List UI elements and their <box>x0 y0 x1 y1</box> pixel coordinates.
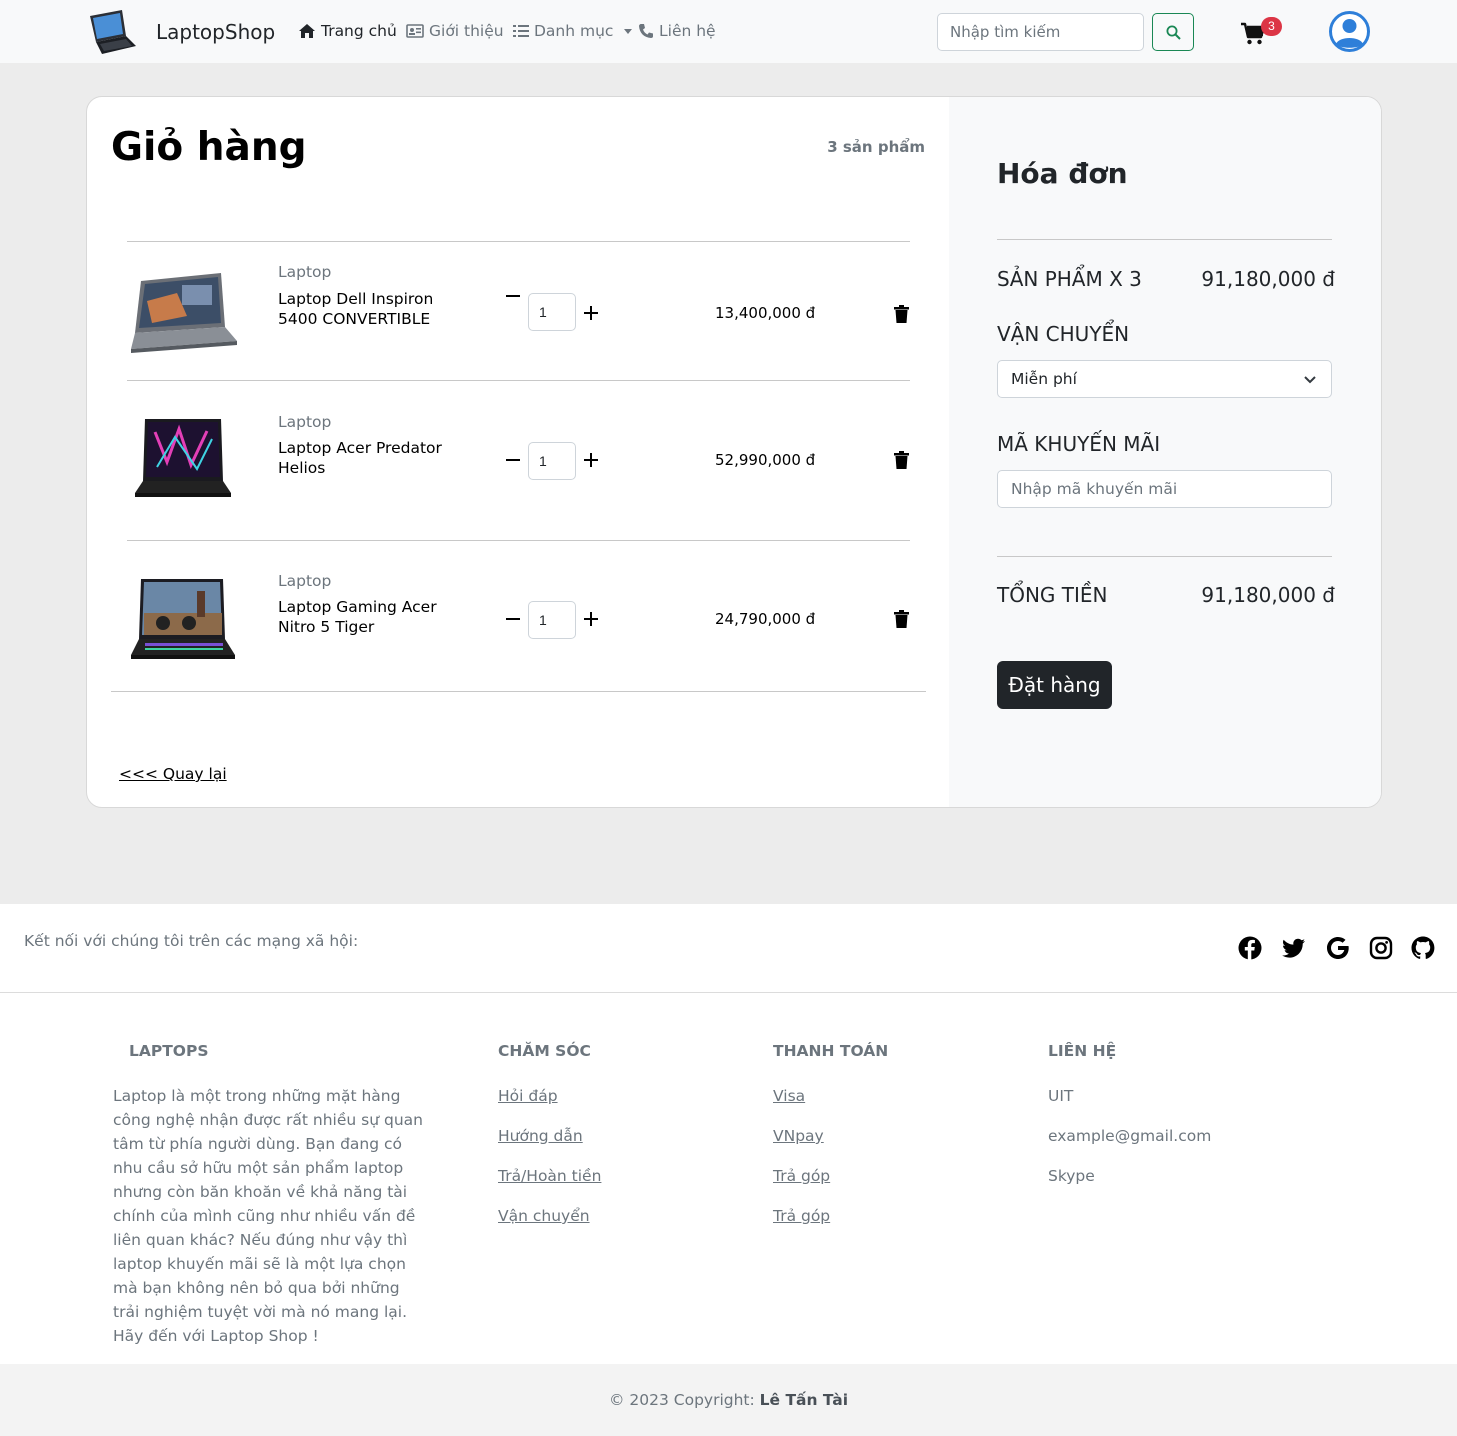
products-label: SẢN PHẨM X 3 <box>997 267 1142 291</box>
divider <box>127 540 910 541</box>
brand-name[interactable]: LaptopShop <box>156 20 275 44</box>
divider <box>997 239 1332 240</box>
divider <box>997 556 1332 557</box>
contact-item: example@gmail.com <box>1048 1127 1212 1145</box>
plus-icon[interactable] <box>582 610 600 628</box>
cart-count-badge: 3 <box>1261 17 1282 36</box>
product-image-acer-nitro[interactable] <box>127 577 239 665</box>
product-name[interactable]: Laptop Dell Inspiron 5400 CONVERTIBLE <box>278 290 448 329</box>
footer-heading-contact: LIÊN HỆ <box>1048 1042 1117 1060</box>
footer-link[interactable]: Trả góp <box>773 1167 830 1185</box>
promo-label: MÃ KHUYẾN MÃI <box>997 432 1161 456</box>
copyright-text: © 2023 Copyright: <box>608 1391 755 1409</box>
back-link[interactable]: <<< Quay lại <box>119 765 227 783</box>
total-label: TỔNG TIỀN <box>997 583 1108 607</box>
product-price: 52,990,000 đ <box>715 451 816 469</box>
footer-description: Laptop là một trong những mặt hàng công … <box>113 1087 423 1345</box>
list-icon <box>513 25 529 37</box>
place-order-button[interactable]: Đặt hàng <box>997 661 1112 709</box>
copyright-author: Lê Tấn Tài <box>759 1391 849 1409</box>
footer-link[interactable]: Trả góp <box>773 1207 830 1225</box>
product-name[interactable]: Laptop Gaming Acer Nitro 5 Tiger <box>278 598 448 637</box>
nav-about[interactable]: Giới thiệu <box>406 22 504 40</box>
nav-home[interactable]: Trang chủ <box>298 22 397 40</box>
invoice-title: Hóa đơn <box>997 157 1128 190</box>
product-price: 24,790,000 đ <box>715 610 816 628</box>
plus-icon[interactable] <box>582 451 600 469</box>
quantity-input[interactable] <box>528 293 576 331</box>
footer-link[interactable]: Vận chuyển <box>498 1207 590 1225</box>
footer-link[interactable]: Hướng dẫn <box>498 1127 583 1145</box>
search-button[interactable] <box>1152 13 1194 51</box>
product-name[interactable]: Laptop Acer Predator Helios <box>278 439 448 478</box>
cart-card: Giỏ hàng 3 sản phẩm Laptop Laptop Dell I… <box>86 96 1382 808</box>
product-image-acer-predator[interactable] <box>127 417 239 505</box>
minus-icon[interactable] <box>504 287 522 305</box>
cart-row: Laptop Laptop Acer Predator Helios 52,99… <box>127 411 910 549</box>
footer-link[interactable]: Trả/Hoàn tiền <box>498 1167 601 1185</box>
minus-icon[interactable] <box>504 610 522 628</box>
chevron-down-icon <box>624 28 633 34</box>
user-avatar-icon[interactable] <box>1329 11 1370 52</box>
search-input[interactable] <box>937 13 1144 51</box>
cart-item-count: 3 sản phẩm <box>827 138 925 156</box>
contact-item: Skype <box>1048 1167 1095 1185</box>
shipping-select[interactable]: Miễn phí <box>997 360 1332 398</box>
divider <box>111 691 926 692</box>
copyright-bar: © 2023 Copyright: Lê Tấn Tài <box>0 1364 1457 1436</box>
phone-icon <box>639 24 653 38</box>
trash-icon[interactable] <box>894 610 909 628</box>
footer: LAPTOPS Laptop là một trong những mặt hà… <box>0 993 1457 1364</box>
product-image-dell-inspiron[interactable] <box>127 271 239 359</box>
shipping-label: VẬN CHUYỂN <box>997 322 1130 346</box>
id-card-icon <box>406 24 424 38</box>
grand-total: 91,180,000 đ <box>1201 583 1335 607</box>
quantity-input[interactable] <box>528 442 576 480</box>
footer-link[interactable]: Hỏi đáp <box>498 1087 558 1105</box>
footer-link[interactable]: VNpay <box>773 1127 824 1145</box>
nav-categories-label: Danh mục <box>534 22 614 40</box>
nav-about-label: Giới thiệu <box>429 22 504 40</box>
cart-row: Laptop Laptop Dell Inspiron 5400 CONVERT… <box>127 261 910 399</box>
divider <box>127 241 910 242</box>
nav-contact[interactable]: Liên hệ <box>638 22 716 40</box>
product-price: 13,400,000 đ <box>715 304 816 322</box>
nav-categories-dropdown[interactable]: Danh mục <box>513 22 633 40</box>
trash-icon[interactable] <box>894 305 909 323</box>
divider <box>127 380 910 381</box>
chevron-down-icon <box>1304 376 1316 384</box>
twitter-icon[interactable] <box>1282 936 1306 960</box>
product-category: Laptop <box>278 413 332 431</box>
footer-link[interactable]: Visa <box>773 1087 805 1105</box>
product-category: Laptop <box>278 263 332 281</box>
quantity-input[interactable] <box>528 601 576 639</box>
shipping-selected-value: Miễn phí <box>1011 370 1077 388</box>
plus-icon[interactable] <box>582 304 600 322</box>
product-category: Laptop <box>278 572 332 590</box>
products-total: 91,180,000 đ <box>1201 267 1335 291</box>
promo-code-input[interactable] <box>997 470 1332 508</box>
footer-heading-laptops: LAPTOPS <box>129 1042 209 1060</box>
search-icon <box>1166 25 1181 40</box>
navbar: LaptopShop Trang chủ Giới thiệu Danh mục… <box>0 0 1457 63</box>
minus-icon[interactable] <box>504 451 522 469</box>
social-text: Kết nối với chúng tôi trên các mạng xã h… <box>24 932 359 950</box>
social-bar: Kết nối với chúng tôi trên các mạng xã h… <box>0 904 1457 993</box>
footer-heading-payment: THANH TOÁN <box>773 1042 889 1060</box>
nav-contact-label: Liên hệ <box>659 22 716 40</box>
instagram-icon[interactable] <box>1369 936 1393 960</box>
footer-heading-care: CHĂM SÓC <box>498 1042 591 1060</box>
home-icon <box>299 24 315 38</box>
contact-item: UIT <box>1048 1087 1074 1105</box>
nav-home-label: Trang chủ <box>321 22 397 40</box>
cart-title: Giỏ hàng <box>111 125 307 170</box>
invoice-panel: Hóa đơn SẢN PHẨM X 3 91,180,000 đ VẬN CH… <box>949 97 1381 807</box>
cart-row: Laptop Laptop Gaming Acer Nitro 5 Tiger … <box>127 571 910 709</box>
facebook-icon[interactable] <box>1238 936 1262 960</box>
github-icon[interactable] <box>1411 936 1435 960</box>
trash-icon[interactable] <box>894 451 909 469</box>
google-icon[interactable] <box>1326 936 1350 960</box>
laptop-logo-icon[interactable] <box>86 6 138 56</box>
